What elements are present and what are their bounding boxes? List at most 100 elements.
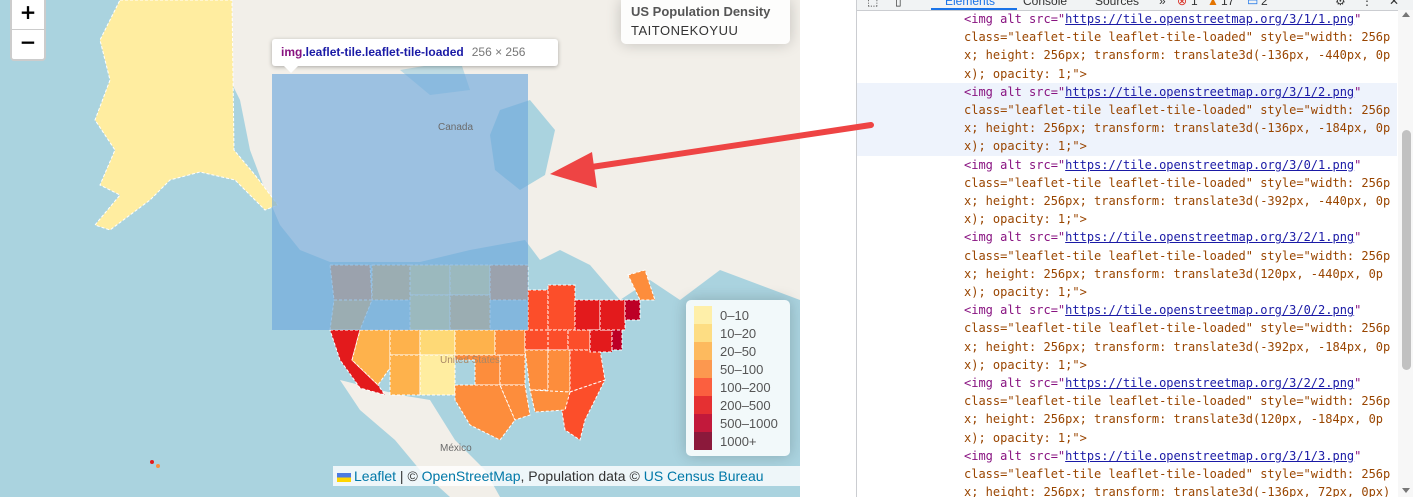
kebab-menu-icon[interactable]: ⋮	[1361, 0, 1373, 8]
legend-row: 1000+	[694, 432, 782, 450]
dom-quote: "	[1354, 230, 1362, 245]
dom-line[interactable]: class="leaflet-tile leaflet-tile-loaded"…	[857, 101, 1397, 120]
attribution-pop: , Population data ©	[520, 468, 644, 484]
scroll-down-icon[interactable]	[1402, 488, 1410, 493]
dom-line[interactable]: x; height: 256px; transform: translate3d…	[857, 410, 1397, 428]
inspect-icon[interactable]: ⬚	[867, 0, 878, 8]
osm-link[interactable]: OpenStreetMap	[422, 468, 521, 484]
legend-label: 50–100	[720, 361, 764, 377]
dom-attributes: x; height: 256px; transform: translate3d…	[964, 121, 1391, 136]
dom-line[interactable]: x); opacity: 1;">	[857, 356, 1397, 374]
tile-url-link[interactable]: https://tile.openstreetmap.org/3/1/3.png	[1065, 449, 1354, 463]
dom-quote: "	[1354, 303, 1362, 318]
tile-url-link[interactable]: https://tile.openstreetmap.org/3/1/1.png	[1065, 12, 1354, 26]
dom-quote: "	[1354, 157, 1362, 172]
tile-url-link[interactable]: https://tile.openstreetmap.org/3/0/2.png	[1065, 303, 1354, 317]
dom-line[interactable]: x); opacity: 1;">	[857, 210, 1397, 228]
tile-highlight-overlay	[272, 74, 528, 330]
dom-line[interactable]: <img alt src="https://tile.openstreetmap…	[857, 10, 1397, 28]
warning-icon[interactable]: ▲	[1207, 0, 1219, 8]
dom-attributes: x); opacity: 1;">	[964, 66, 1087, 81]
dom-attributes: class="leaflet-tile leaflet-tile-loaded"…	[964, 394, 1391, 409]
dom-attributes: x); opacity: 1;">	[964, 212, 1087, 227]
dom-line[interactable]: class="leaflet-tile leaflet-tile-loaded"…	[857, 319, 1397, 337]
dom-line[interactable]: x; height: 256px; transform: translate3d…	[857, 338, 1397, 356]
warning-count: 17	[1221, 0, 1235, 8]
dom-line[interactable]: x; height: 256px; transform: translate3d…	[857, 192, 1397, 210]
tile-url-link[interactable]: https://tile.openstreetmap.org/3/2/1.png	[1065, 230, 1354, 244]
leaflet-link[interactable]: Leaflet	[354, 468, 396, 484]
device-toggle-icon[interactable]: ▯	[895, 0, 902, 8]
dom-attributes: x); opacity: 1;">	[964, 139, 1087, 154]
info-subtitle: TAITONEKOYUU	[631, 23, 739, 38]
info-title: US Population Density	[631, 4, 771, 19]
legend-swatch	[694, 414, 712, 432]
dom-line[interactable]: x; height: 256px; transform: translate3d…	[857, 46, 1397, 64]
tooltip-tag: img	[281, 45, 303, 59]
dom-line[interactable]: x); opacity: 1;">	[857, 283, 1397, 301]
dom-line[interactable]: x; height: 256px; transform: translate3d…	[857, 265, 1397, 283]
dom-line[interactable]: x; height: 256px; transform: translate3d…	[857, 483, 1397, 497]
legend-label: 100–200	[720, 379, 771, 395]
dom-line[interactable]: x); opacity: 1;">	[857, 137, 1397, 156]
dom-line[interactable]: class="leaflet-tile leaflet-tile-loaded"…	[857, 465, 1397, 483]
dom-quote: "	[1354, 12, 1362, 26]
zoom-out-button[interactable]: −	[12, 29, 44, 59]
legend-swatch	[694, 342, 712, 360]
census-link[interactable]: US Census Bureau	[644, 468, 764, 484]
map-view[interactable]: Canada United States México + − US Popul…	[0, 0, 800, 497]
legend-label: 0–10	[720, 307, 749, 323]
dom-quote: "	[1354, 84, 1362, 99]
legend-swatch	[694, 396, 712, 414]
tab-elements[interactable]: Elements	[945, 0, 995, 8]
dom-tag-open: <img alt src="	[964, 376, 1066, 391]
dom-line[interactable]: class="leaflet-tile leaflet-tile-loaded"…	[857, 28, 1397, 46]
dom-attributes: x); opacity: 1;">	[964, 285, 1087, 300]
message-icon[interactable]: ▭	[1247, 0, 1258, 8]
label-united-states: United States	[440, 355, 501, 366]
dom-tree[interactable]: <img alt src="https://tile.openstreetmap…	[857, 10, 1397, 497]
tile-url-link[interactable]: https://tile.openstreetmap.org/3/1/2.png	[1065, 85, 1354, 99]
dom-line[interactable]: <img alt src="https://tile.openstreetmap…	[857, 228, 1397, 246]
dom-line[interactable]: class="leaflet-tile leaflet-tile-loaded"…	[857, 174, 1397, 192]
dom-line[interactable]: x); opacity: 1;">	[857, 65, 1397, 83]
error-icon[interactable]: ⊗	[1177, 0, 1187, 8]
dom-quote: "	[1354, 376, 1362, 391]
dom-line[interactable]: class="leaflet-tile leaflet-tile-loaded"…	[857, 392, 1397, 410]
dom-line[interactable]: <img alt src="https://tile.openstreetmap…	[857, 374, 1397, 392]
dom-line[interactable]: x; height: 256px; transform: translate3d…	[857, 119, 1397, 138]
settings-gear-icon[interactable]: ⚙	[1335, 0, 1346, 8]
dom-line[interactable]: class="leaflet-tile leaflet-tile-loaded"…	[857, 247, 1397, 265]
tile-url-link[interactable]: https://tile.openstreetmap.org/3/2/2.png	[1065, 376, 1354, 390]
dom-line[interactable]: <img alt src="https://tile.openstreetmap…	[857, 301, 1397, 319]
dom-attributes: class="leaflet-tile leaflet-tile-loaded"…	[964, 467, 1391, 482]
dom-line[interactable]: <img alt src="https://tile.openstreetmap…	[857, 447, 1397, 465]
attribution: Leaflet | © OpenStreetMap, Population da…	[333, 466, 800, 486]
dom-line[interactable]: <img alt src="https://tile.openstreetmap…	[857, 156, 1397, 174]
info-panel: US Population Density TAITONEKOYUU	[621, 0, 790, 44]
dom-tag-open: <img alt src="	[964, 303, 1066, 318]
legend-label: 500–1000	[720, 415, 778, 431]
more-tabs-button[interactable]: »	[1159, 0, 1166, 8]
legend-label: 200–500	[720, 397, 771, 413]
tab-sources[interactable]: Sources	[1095, 0, 1139, 8]
dom-tag-open: <img alt src="	[964, 448, 1066, 463]
close-icon[interactable]: ✕	[1389, 0, 1399, 8]
scroll-up-icon[interactable]	[1402, 12, 1410, 17]
scroll-thumb[interactable]	[1402, 130, 1411, 370]
dom-tag-open: <img alt src="	[964, 84, 1066, 99]
zoom-in-button[interactable]: +	[12, 0, 44, 29]
devtools-scrollbar[interactable]	[1398, 10, 1413, 497]
legend-row: 20–50	[694, 342, 782, 360]
tile-url-link[interactable]: https://tile.openstreetmap.org/3/0/1.png	[1065, 158, 1354, 172]
dom-line[interactable]: x); opacity: 1;">	[857, 429, 1397, 447]
label-canada: Canada	[438, 122, 474, 133]
dom-attributes: x; height: 256px; transform: translate3d…	[964, 339, 1391, 354]
legend-row: 200–500	[694, 396, 782, 414]
legend-label: 20–50	[720, 343, 757, 359]
dom-attributes: x; height: 256px; transform: translate3d…	[964, 266, 1384, 281]
legend-label: 10–20	[720, 325, 757, 341]
tab-console[interactable]: Console	[1023, 0, 1067, 8]
message-count: 2	[1261, 0, 1268, 8]
dom-line[interactable]: <img alt src="https://tile.openstreetmap…	[857, 82, 1397, 102]
